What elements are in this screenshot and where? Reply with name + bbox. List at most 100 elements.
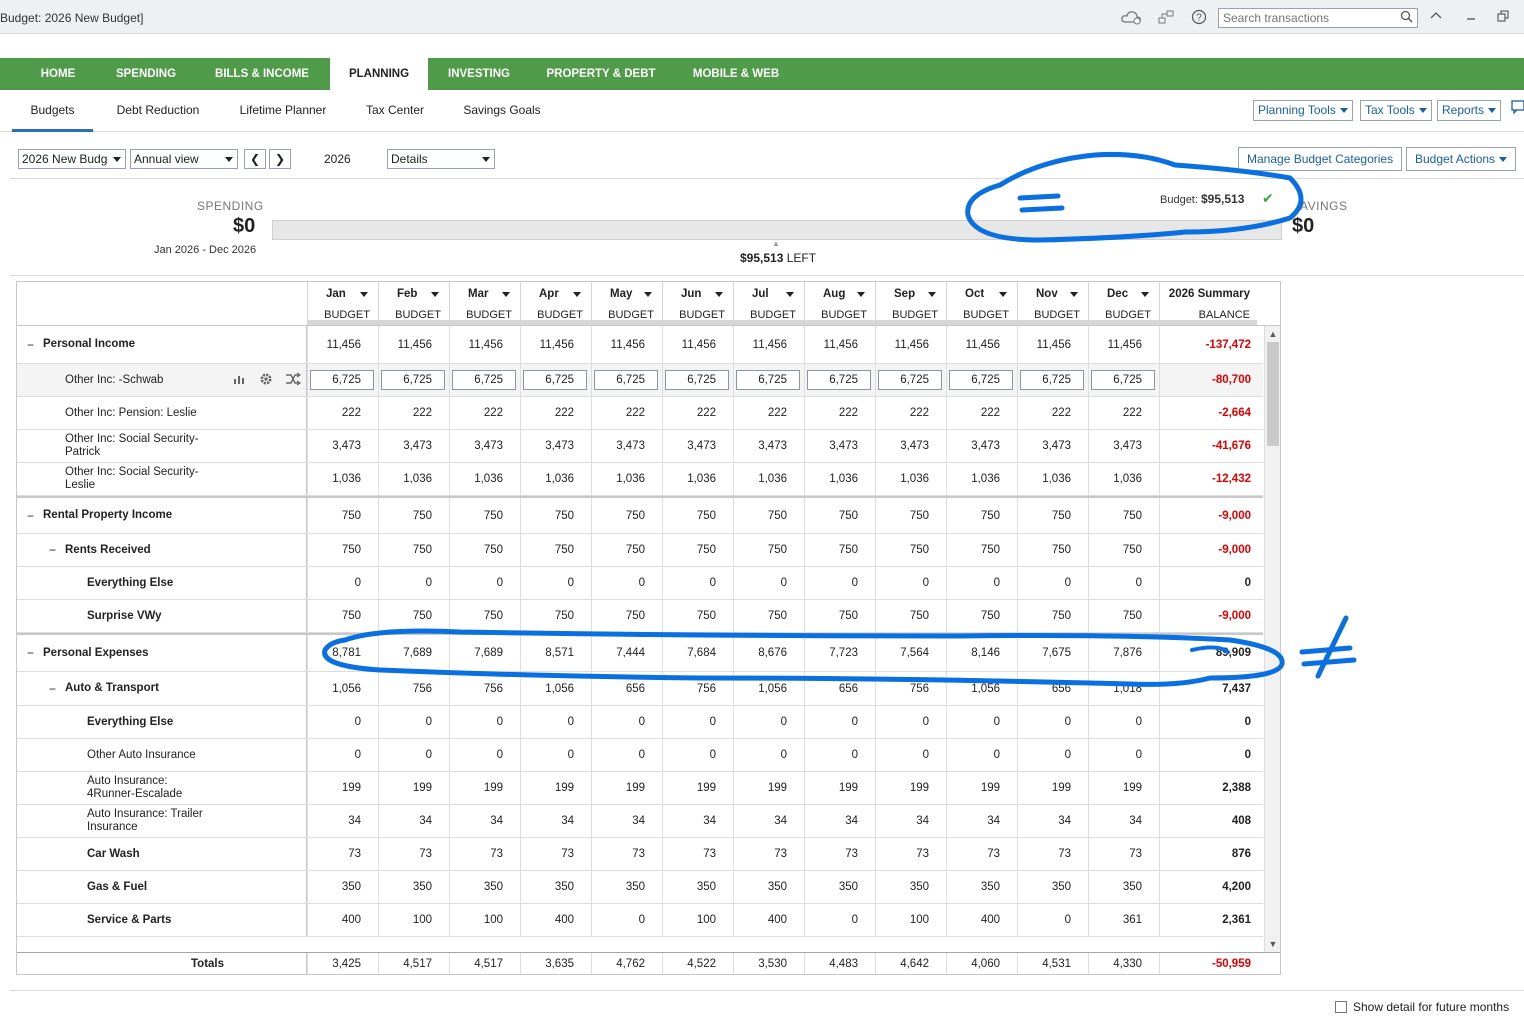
- budget-amount-input[interactable]: 6,725: [1091, 370, 1155, 390]
- shuffle-icon[interactable]: [285, 372, 302, 389]
- budget-actions-button[interactable]: Budget Actions: [1406, 147, 1517, 171]
- month-cell[interactable]: 6,725: [662, 364, 733, 396]
- month-header-jul[interactable]: Jul BUDGET: [733, 282, 804, 325]
- minimize-icon[interactable]: [1462, 9, 1480, 27]
- month-cell[interactable]: 6,725: [804, 364, 875, 396]
- chevron-down-icon[interactable]: [573, 292, 581, 297]
- network-icon[interactable]: [1157, 9, 1175, 27]
- budget-amount-input[interactable]: 6,725: [665, 370, 729, 390]
- month-header-may[interactable]: May BUDGET: [591, 282, 662, 325]
- show-future-detail-checkbox[interactable]: [1335, 1001, 1347, 1013]
- month-header-aug[interactable]: Aug BUDGET: [804, 282, 875, 325]
- tab-spending[interactable]: SPENDING: [104, 58, 188, 90]
- month-cell[interactable]: 6,725: [875, 364, 946, 396]
- view-select[interactable]: Annual view: [130, 149, 238, 169]
- chevron-down-icon[interactable]: [1141, 292, 1149, 297]
- month-cell[interactable]: 6,725: [1017, 364, 1088, 396]
- table-row[interactable]: Surprise VWy 750 750 750 750 750 750 750 750 750 7…: [17, 600, 1263, 633]
- reports-button[interactable]: Reports: [1437, 100, 1502, 121]
- chevron-down-icon[interactable]: [431, 292, 439, 297]
- month-cell[interactable]: 6,725: [449, 364, 520, 396]
- chevron-down-icon[interactable]: [786, 292, 794, 297]
- chevron-down-icon[interactable]: [360, 292, 368, 297]
- subtab-savings-goals[interactable]: Savings Goals: [456, 90, 548, 132]
- vertical-scrollbar[interactable]: ▲ ▼: [1264, 326, 1280, 952]
- month-header-nov[interactable]: Nov BUDGET: [1017, 282, 1088, 325]
- table-row[interactable]: − Personal Expenses 8,781 7,689 7,689 8,571 7,…: [17, 633, 1263, 672]
- month-cell[interactable]: 6,725: [733, 364, 804, 396]
- table-row[interactable]: Other Inc: Social Security-Leslie 1,036 1,…: [17, 463, 1263, 496]
- month-header-dec[interactable]: Dec BUDGET: [1088, 282, 1159, 325]
- subtab-lifetime-planner[interactable]: Lifetime Planner: [232, 90, 334, 132]
- month-header-apr[interactable]: Apr BUDGET: [520, 282, 591, 325]
- month-cell[interactable]: 6,725: [946, 364, 1017, 396]
- month-cell[interactable]: 6,725: [520, 364, 591, 396]
- scroll-down-icon[interactable]: ▼: [1267, 938, 1279, 950]
- detail-select[interactable]: Details: [387, 149, 495, 169]
- cloud-sync-icon[interactable]: [1120, 9, 1141, 27]
- month-cell[interactable]: 6,725: [378, 364, 449, 396]
- tab-bills-income[interactable]: BILLS & INCOME: [202, 58, 322, 90]
- budget-amount-input[interactable]: 6,725: [1020, 370, 1084, 390]
- table-row[interactable]: Other Inc: -Schwab 6,725 6,725 6,725 6,725 6,…: [17, 364, 1263, 397]
- subtab-tax-center[interactable]: Tax Center: [358, 90, 432, 132]
- collapse-toggle-icon[interactable]: −: [27, 498, 34, 533]
- manage-budget-categories-button[interactable]: Manage Budget Categories: [1238, 147, 1403, 171]
- budget-amount-input[interactable]: 6,725: [807, 370, 871, 390]
- table-row[interactable]: Other Auto Insurance 0 0 0 0 0 0 0 0 0 0 0 0 0: [17, 739, 1263, 772]
- table-row[interactable]: Service & Parts 400 100 100 400 0 100 400 0 100 40…: [17, 904, 1263, 937]
- planning-tools-button[interactable]: Planning Tools: [1253, 100, 1353, 121]
- subtab-debt-reduction[interactable]: Debt Reduction: [108, 90, 208, 132]
- subtab-budgets[interactable]: Budgets: [12, 90, 93, 132]
- month-cell[interactable]: 6,725: [307, 364, 378, 396]
- month-cell[interactable]: 6,725: [1088, 364, 1159, 396]
- budget-amount-input[interactable]: 6,725: [523, 370, 587, 390]
- scroll-up-icon[interactable]: ▲: [1267, 328, 1279, 340]
- month-header-feb[interactable]: Feb BUDGET: [378, 282, 449, 325]
- comment-icon[interactable]: [1508, 99, 1524, 117]
- chevron-down-icon[interactable]: [999, 292, 1007, 297]
- table-row[interactable]: − Rental Property Income 750 750 750 750 750 75…: [17, 496, 1263, 534]
- budget-amount-input[interactable]: 6,725: [452, 370, 516, 390]
- table-row[interactable]: Auto Insurance: Trailer Insurance 34 34 34 3…: [17, 805, 1263, 838]
- search-input[interactable]: [1219, 9, 1395, 27]
- chevron-down-icon[interactable]: [928, 292, 936, 297]
- prev-year-button[interactable]: ❮: [244, 149, 266, 169]
- chevron-down-icon[interactable]: [857, 292, 865, 297]
- month-header-oct[interactable]: Oct BUDGET: [946, 282, 1017, 325]
- table-row[interactable]: Everything Else 0 0 0 0 0 0 0 0 0 0 0 0 0: [17, 567, 1263, 600]
- table-row[interactable]: Auto Insurance: 4Runner-Escalade 199 199 19…: [17, 772, 1263, 805]
- chevron-down-icon[interactable]: [1070, 292, 1078, 297]
- collapse-toggle-icon[interactable]: −: [49, 672, 56, 705]
- table-row[interactable]: − Rents Received 750 750 750 750 750 750 750 750 7…: [17, 534, 1263, 567]
- table-row[interactable]: − Auto & Transport 1,056 756 756 1,056 656 756 1…: [17, 672, 1263, 706]
- table-row[interactable]: Everything Else 0 0 0 0 0 0 0 0 0 0 0 0 0: [17, 706, 1263, 739]
- collapse-toggle-icon[interactable]: −: [27, 326, 34, 363]
- collapse-toggle-icon[interactable]: −: [27, 635, 34, 671]
- month-header-sep[interactable]: Sep BUDGET: [875, 282, 946, 325]
- table-row[interactable]: Other Inc: Social Security-Patrick 3,473 3…: [17, 430, 1263, 463]
- month-header-jun[interactable]: Jun BUDGET: [662, 282, 733, 325]
- chevron-down-icon[interactable]: [715, 292, 723, 297]
- tab-mobile-web[interactable]: MOBILE & WEB: [678, 58, 794, 90]
- search-field[interactable]: [1218, 8, 1418, 28]
- budget-select[interactable]: 2026 New Budget: [18, 149, 126, 169]
- bar-chart-icon[interactable]: [233, 373, 245, 388]
- table-row[interactable]: − Personal Income 11,456 11,456 11,456 11,456…: [17, 326, 1263, 364]
- chevron-down-icon[interactable]: [644, 292, 652, 297]
- chevron-down-icon[interactable]: [502, 292, 510, 297]
- budget-amount-input[interactable]: 6,725: [736, 370, 800, 390]
- search-icon[interactable]: [1400, 10, 1413, 26]
- budget-amount-input[interactable]: 6,725: [310, 370, 374, 390]
- budget-amount-input[interactable]: 6,725: [594, 370, 658, 390]
- month-header-jan[interactable]: Jan BUDGET: [307, 282, 378, 325]
- tab-planning[interactable]: PLANNING: [330, 58, 428, 90]
- tab-property-debt[interactable]: PROPERTY & DEBT: [538, 58, 664, 90]
- budget-amount-input[interactable]: 6,725: [381, 370, 445, 390]
- tab-investing[interactable]: INVESTING: [436, 58, 522, 90]
- table-row[interactable]: Other Inc: Pension: Leslie 222 222 222 222 22…: [17, 397, 1263, 430]
- budget-amount-input[interactable]: 6,725: [949, 370, 1013, 390]
- chevron-up-icon[interactable]: [1427, 9, 1445, 27]
- tax-tools-button[interactable]: Tax Tools: [1360, 100, 1432, 121]
- tab-home[interactable]: HOME: [24, 58, 92, 90]
